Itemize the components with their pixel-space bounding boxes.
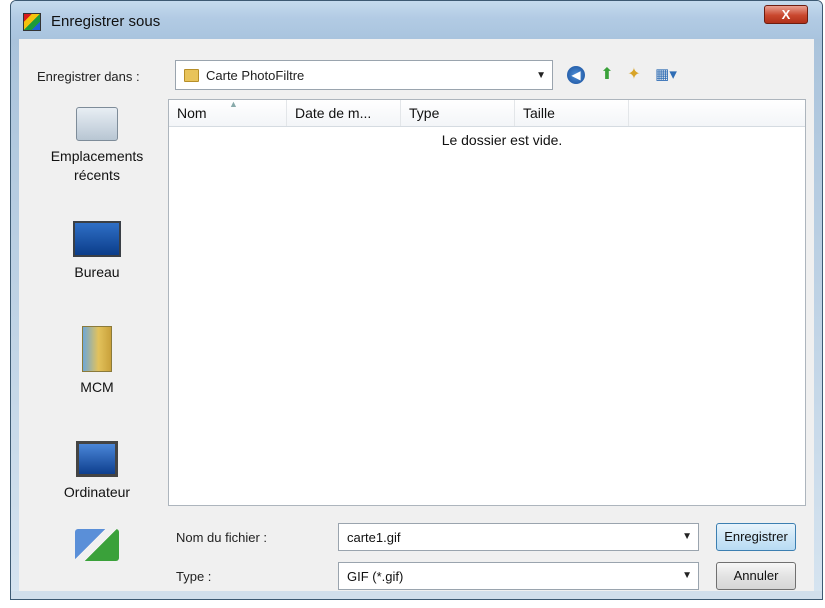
- cancel-button[interactable]: Annuler: [716, 562, 796, 590]
- save-in-value: Carte PhotoFiltre: [206, 68, 305, 83]
- window-frame-left: [11, 39, 19, 599]
- computer-icon: [76, 441, 118, 477]
- filename-value: carte1.gif: [347, 530, 401, 545]
- place-user[interactable]: MCM: [27, 326, 167, 397]
- recent-places-icon: [76, 107, 118, 141]
- chevron-down-icon[interactable]: ▼: [682, 531, 692, 542]
- place-computer[interactable]: Ordinateur: [27, 441, 167, 502]
- place-label: Emplacements: [50, 148, 144, 164]
- dialog-body: Enregistrer dans : Carte PhotoFiltre ▼ ◀…: [19, 39, 814, 591]
- window-title: Enregistrer sous: [51, 13, 161, 30]
- column-header-type[interactable]: Type: [401, 100, 515, 126]
- file-type-value: GIF (*.gif): [347, 569, 404, 584]
- column-header-date[interactable]: Date de m...: [287, 100, 401, 126]
- place-label-line2: récents: [74, 167, 120, 183]
- place-label: MCM: [80, 379, 114, 395]
- up-folder-icon[interactable]: ⬆: [596, 64, 618, 86]
- title-bar[interactable]: Enregistrer sous X: [11, 1, 822, 39]
- network-icon: [75, 529, 119, 561]
- column-header-name[interactable]: Nom ▲: [169, 99, 287, 126]
- photofiltre-app-icon: [23, 13, 41, 31]
- place-label: Bureau: [74, 264, 120, 280]
- folder-icon: [184, 69, 199, 82]
- window-frame-right: [814, 39, 822, 599]
- place-label: Ordinateur: [63, 484, 131, 500]
- views-menu-icon[interactable]: ▦▾: [655, 64, 677, 86]
- file-type-dropdown[interactable]: GIF (*.gif) ▼: [338, 562, 699, 590]
- save-in-label: Enregistrer dans :: [37, 69, 140, 84]
- place-recent[interactable]: Emplacements récents: [27, 107, 167, 185]
- places-bar: Emplacements récents Bureau MCM Ordinate…: [27, 99, 167, 579]
- new-folder-icon[interactable]: ✦: [623, 64, 645, 86]
- filename-label: Nom du fichier :: [176, 530, 268, 545]
- chevron-down-icon[interactable]: ▼: [682, 570, 692, 581]
- window-frame-bottom: [11, 591, 822, 599]
- empty-folder-message: Le dossier est vide.: [441, 132, 563, 148]
- desktop-icon: [73, 221, 121, 257]
- column-label: Nom: [177, 105, 207, 121]
- save-button[interactable]: Enregistrer: [716, 523, 796, 551]
- user-folder-icon: [82, 326, 112, 372]
- close-button[interactable]: X: [764, 5, 808, 24]
- chevron-down-icon[interactable]: ▼: [536, 70, 546, 81]
- save-in-dropdown[interactable]: Carte PhotoFiltre ▼: [175, 60, 553, 90]
- filename-input[interactable]: carte1.gif ▼: [338, 523, 699, 551]
- place-network[interactable]: [27, 529, 167, 567]
- place-desktop[interactable]: Bureau: [27, 221, 167, 282]
- file-list-header: Nom ▲ Date de m... Type Taille: [169, 99, 805, 127]
- sort-ascending-icon: ▲: [229, 99, 238, 109]
- column-header-size[interactable]: Taille: [515, 100, 629, 126]
- file-list[interactable]: Nom ▲ Date de m... Type Taille Le dossier…: [168, 99, 806, 506]
- save-as-dialog: Enregistrer sous X Enregistrer dans : Ca…: [10, 0, 823, 600]
- back-icon[interactable]: ◀: [567, 66, 585, 84]
- type-label: Type :: [176, 569, 212, 584]
